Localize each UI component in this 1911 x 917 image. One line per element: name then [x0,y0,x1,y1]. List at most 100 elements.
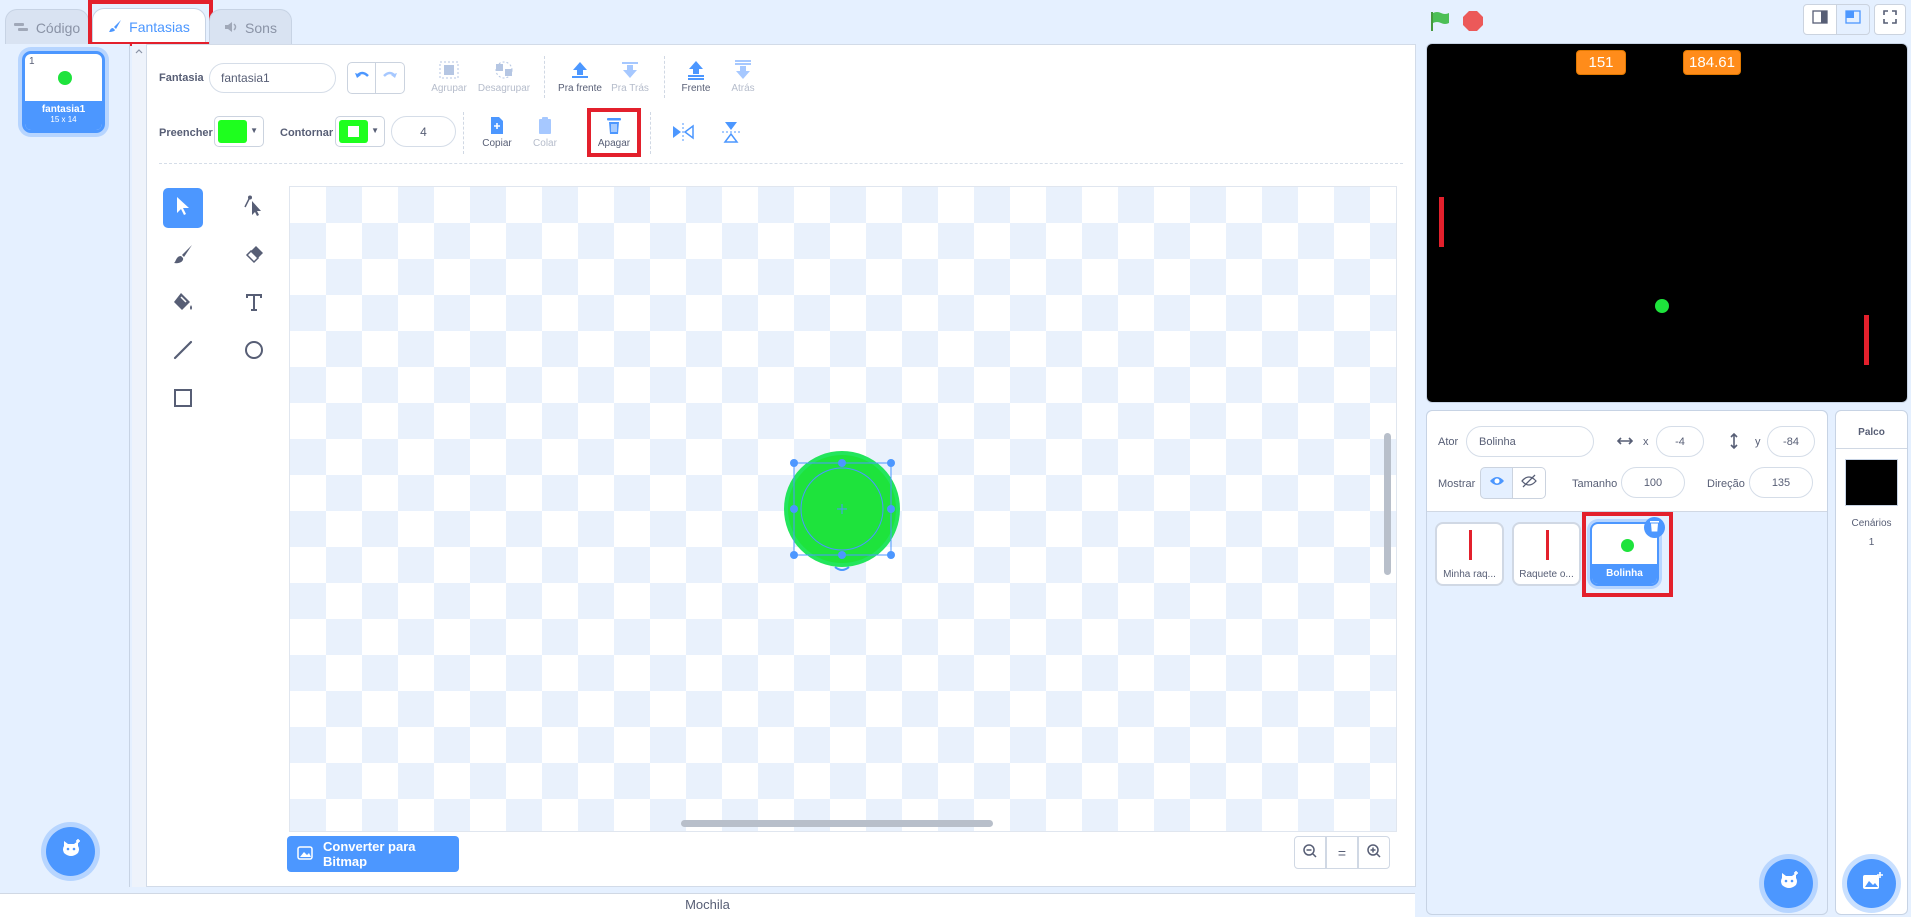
backward-label: Pra Trás [611,83,649,94]
back-label: Atrás [731,83,755,94]
add-backdrop-button[interactable] [1847,859,1896,908]
line-tool[interactable] [163,332,203,372]
zoom-out-button[interactable] [1294,836,1326,869]
fill-tool[interactable] [163,284,203,324]
green-flag-button[interactable] [1428,9,1452,33]
variable-monitor: 184.61 [1683,50,1741,75]
show-hidden-button[interactable] [1513,467,1546,499]
x-input[interactable]: -4 [1656,426,1704,457]
outline-width-input[interactable]: 4 [391,116,456,147]
back-button[interactable]: Atrás [713,60,773,94]
costume-thumbnail [58,71,72,85]
code-icon [13,20,29,36]
redo-button[interactable] [376,62,405,94]
undo-icon [354,69,370,87]
large-stage-button[interactable] [1836,4,1870,35]
line-icon [172,339,194,366]
delete-button[interactable]: Apagar [584,116,644,149]
fill-color-swatch [218,120,247,143]
outline-color-picker[interactable]: ▼ [335,116,385,147]
costume-item[interactable]: 1 fantasia1 15 x 14 [22,51,105,133]
costume-name-label: Fantasia [159,72,204,84]
paste-button[interactable]: Colar [515,116,575,149]
add-sprite-button[interactable] [1764,859,1813,908]
backpack-label: Mochila [685,897,730,912]
costume-name: fantasia1 [41,104,86,115]
drawing-canvas[interactable] [289,186,1397,832]
x-value: -4 [1675,435,1685,448]
zoom-in-button[interactable] [1358,836,1390,869]
tab-code[interactable]: Código [5,9,89,45]
costume-name-input[interactable]: fantasia1 [209,63,336,93]
costume-list: 1 fantasia1 15 x 14 [0,44,130,887]
fill-color-picker[interactable]: ▼ [214,116,264,147]
ungroup-icon [474,60,534,80]
rectangle-tool[interactable] [163,380,203,420]
backward-icon [600,60,660,80]
zoom-reset-button[interactable]: = [1326,836,1358,869]
backpack-bar[interactable]: Mochila [0,893,1415,917]
show-label: Mostrar [1438,478,1476,490]
sprite-tile[interactable]: Raquete o... [1512,522,1581,586]
green-flag-icon [1428,12,1452,37]
flip-horizontal-button[interactable] [670,119,696,145]
forward-label: Pra frente [558,83,602,94]
redo-icon [382,69,398,87]
eye-slash-icon [1521,474,1537,493]
stage[interactable]: 151 184.61 [1426,43,1908,403]
y-value: -84 [1783,435,1799,448]
group-label: Agrupar [431,83,467,94]
ungroup-button[interactable]: Desagrupar [474,60,534,94]
sprite-tile[interactable]: Minha raq... [1435,522,1504,586]
size-input[interactable]: 100 [1621,467,1685,498]
fullscreen-button[interactable] [1874,4,1906,35]
eraser-tool[interactable] [234,236,274,276]
undo-button[interactable] [347,62,376,94]
brush-tool[interactable] [163,236,203,276]
delete-sprite-button[interactable] [1644,517,1665,538]
canvas-horizontal-scrollbar[interactable] [681,820,993,827]
sprite-name: Raquete o... [1519,569,1574,580]
paste-icon [515,116,575,135]
outline-label: Contornar [280,127,334,139]
zoom-out-icon [1302,843,1318,862]
sprite-thumbnail [1469,530,1472,560]
stop-button[interactable] [1462,10,1484,32]
y-input[interactable]: -84 [1767,426,1815,457]
reshape-tool[interactable] [234,188,274,228]
toolbar-separator [544,56,545,98]
group-button[interactable]: Agrupar [419,60,479,94]
right-paddle-sprite [1864,315,1869,365]
ungroup-label: Desagrupar [477,83,531,94]
stage-target-pane[interactable]: Palco Cenários 1 [1835,410,1908,915]
monitor-value: 151 [1588,54,1614,71]
direction-input[interactable]: 135 [1749,467,1813,498]
select-tool[interactable] [163,188,203,228]
cat-add-icon [1778,870,1800,897]
costume-list-scrollbar[interactable] [132,44,146,887]
small-stage-button[interactable] [1803,4,1837,35]
backward-button[interactable]: Pra Trás [600,60,660,94]
backdrop-thumbnail[interactable] [1845,459,1898,506]
tab-costumes-label: Fantasias [129,19,190,35]
sprite-name-input[interactable]: Bolinha [1466,426,1594,457]
size-value: 100 [1643,476,1663,489]
canvas-vertical-scrollbar[interactable] [1384,433,1391,575]
circle-tool[interactable] [234,332,274,372]
reshape-icon [243,195,265,222]
tab-sounds[interactable]: Sons [209,9,292,45]
small-stage-icon [1812,10,1828,29]
tab-costumes[interactable]: Fantasias [92,8,206,45]
sprite-thumbnail [1621,539,1634,552]
add-costume-button[interactable] [46,827,95,876]
flip-vertical-button[interactable] [718,119,744,145]
show-visible-button[interactable] [1480,467,1513,499]
costume-size: 15 x 14 [50,115,77,124]
y-label: y [1755,436,1761,448]
convert-to-bitmap-button[interactable]: Converter para Bitmap [287,836,459,872]
text-tool[interactable] [234,284,274,324]
image-add-icon [1861,871,1883,896]
paste-label: Colar [533,138,557,149]
flip-vertical-icon [718,122,744,149]
backdrops-count: 1 [1868,537,1875,548]
